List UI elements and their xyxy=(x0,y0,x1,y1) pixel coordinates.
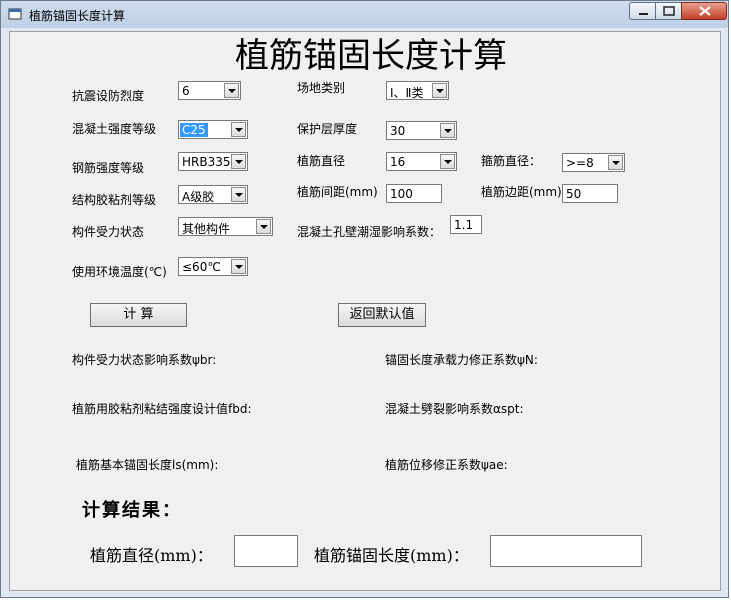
title-bar[interactable]: 植筋锚固长度计算 xyxy=(1,1,728,28)
spacing-input[interactable]: 100 xyxy=(386,184,442,203)
seismic-select[interactable]: 6 xyxy=(178,81,241,100)
concrete-value: C25 xyxy=(180,123,208,137)
edge-value: 50 xyxy=(566,187,582,201)
chevron-down-icon[interactable] xyxy=(231,154,246,169)
seismic-label: 抗震设防烈度 xyxy=(72,89,145,103)
edge-input[interactable]: 50 xyxy=(562,184,618,203)
adhesive-label: 结构胶粘剂等级 xyxy=(72,193,157,207)
edge-label: 植筋边距(mm) xyxy=(481,185,562,199)
moisture-value: 1.1 xyxy=(454,218,474,232)
close-button[interactable] xyxy=(681,2,727,20)
bar-diameter-label: 植筋直径 xyxy=(297,154,346,168)
member-value: 其他构件 xyxy=(182,222,231,236)
close-icon xyxy=(699,6,711,16)
result-diameter-label: 植筋直径(mm)： xyxy=(90,546,213,565)
steel-select[interactable]: HRB335 xyxy=(178,152,248,171)
site-select[interactable]: Ⅰ、Ⅱ类 xyxy=(386,81,449,100)
cover-label: 保护层厚度 xyxy=(297,122,358,136)
bar-diameter-select[interactable]: 16 xyxy=(386,152,457,171)
maximize-icon xyxy=(663,6,675,16)
stirrup-select[interactable]: >=8 xyxy=(562,153,625,172)
stirrup-value: >=8 xyxy=(566,156,594,170)
window-app-icon xyxy=(8,7,22,21)
adhesive-select[interactable]: A级胶 xyxy=(178,185,248,204)
chevron-down-icon[interactable] xyxy=(432,83,447,98)
concrete-label: 混凝土强度等级 xyxy=(72,122,157,136)
chevron-down-icon[interactable] xyxy=(231,259,246,274)
adhesive-value: A级胶 xyxy=(182,190,215,204)
window-title: 植筋锚固长度计算 xyxy=(29,9,126,23)
chevron-down-icon[interactable] xyxy=(231,122,246,137)
member-label: 构件受力状态 xyxy=(72,225,145,239)
reset-defaults-button[interactable]: 返回默认值 xyxy=(338,303,426,327)
stirrup-label: 箍筋直径： xyxy=(481,154,542,168)
spacing-value: 100 xyxy=(390,187,413,201)
steel-value: HRB335 xyxy=(182,155,231,169)
temperature-select[interactable]: ≤60℃ xyxy=(178,257,248,276)
chevron-down-icon[interactable] xyxy=(440,154,455,169)
chevron-down-icon[interactable] xyxy=(231,187,246,202)
psi-n-label: 锚固长度承载力修正系数ψN: xyxy=(385,353,538,367)
cover-value: 30 xyxy=(390,124,406,138)
result-title: 计算结果： xyxy=(82,500,182,521)
spacing-label: 植筋间距(mm) xyxy=(297,185,378,199)
chevron-down-icon[interactable] xyxy=(256,219,271,234)
seismic-value: 6 xyxy=(182,84,190,98)
alpha-spt-label: 混凝土劈裂影响系数αspt: xyxy=(385,402,524,416)
result-length-label: 植筋锚固长度(mm)： xyxy=(314,546,469,565)
minimize-icon xyxy=(639,13,648,15)
site-value: Ⅰ、Ⅱ类 xyxy=(390,86,424,100)
result-length-box[interactable] xyxy=(490,535,642,567)
bar-diameter-value: 16 xyxy=(390,155,406,169)
moisture-input[interactable]: 1.1 xyxy=(450,215,482,234)
concrete-select[interactable]: C25 xyxy=(178,120,248,139)
moisture-label: 混凝土孔壁潮湿影响系数： xyxy=(297,225,442,239)
steel-label: 钢筋强度等级 xyxy=(72,161,145,175)
maximize-button[interactable] xyxy=(655,2,682,20)
calculate-button[interactable]: 计 算 xyxy=(90,303,187,327)
site-label: 场地类别 xyxy=(297,81,346,95)
cover-select[interactable]: 30 xyxy=(386,121,457,140)
page-title: 植筋锚固长度计算 xyxy=(235,36,507,76)
member-select[interactable]: 其他构件 xyxy=(178,217,273,236)
psi-br-label: 构件受力状态影响系数ψbr: xyxy=(72,353,217,367)
psi-ae-label: 植筋位移修正系数ψae: xyxy=(385,458,508,472)
chevron-down-icon[interactable] xyxy=(608,155,623,170)
app-window: 植筋锚固长度计算 植筋锚固长度计算 抗震设防烈度 6 场地类别 Ⅰ、Ⅱ类 混凝土… xyxy=(0,0,729,598)
result-diameter-box[interactable] xyxy=(234,535,298,567)
fbd-label: 植筋用胶粘剂粘结强度设计值fbd: xyxy=(72,402,252,416)
temperature-label: 使用环境温度(℃) xyxy=(72,265,167,279)
chevron-down-icon[interactable] xyxy=(440,123,455,138)
ls-label: 植筋基本锚固长度ls(mm): xyxy=(76,458,219,472)
form-area: 植筋锚固长度计算 抗震设防烈度 6 场地类别 Ⅰ、Ⅱ类 混凝土强度等级 C25 … xyxy=(9,31,721,591)
temperature-value: ≤60℃ xyxy=(182,260,221,274)
chevron-down-icon[interactable] xyxy=(224,83,239,98)
minimize-button[interactable] xyxy=(629,2,656,20)
